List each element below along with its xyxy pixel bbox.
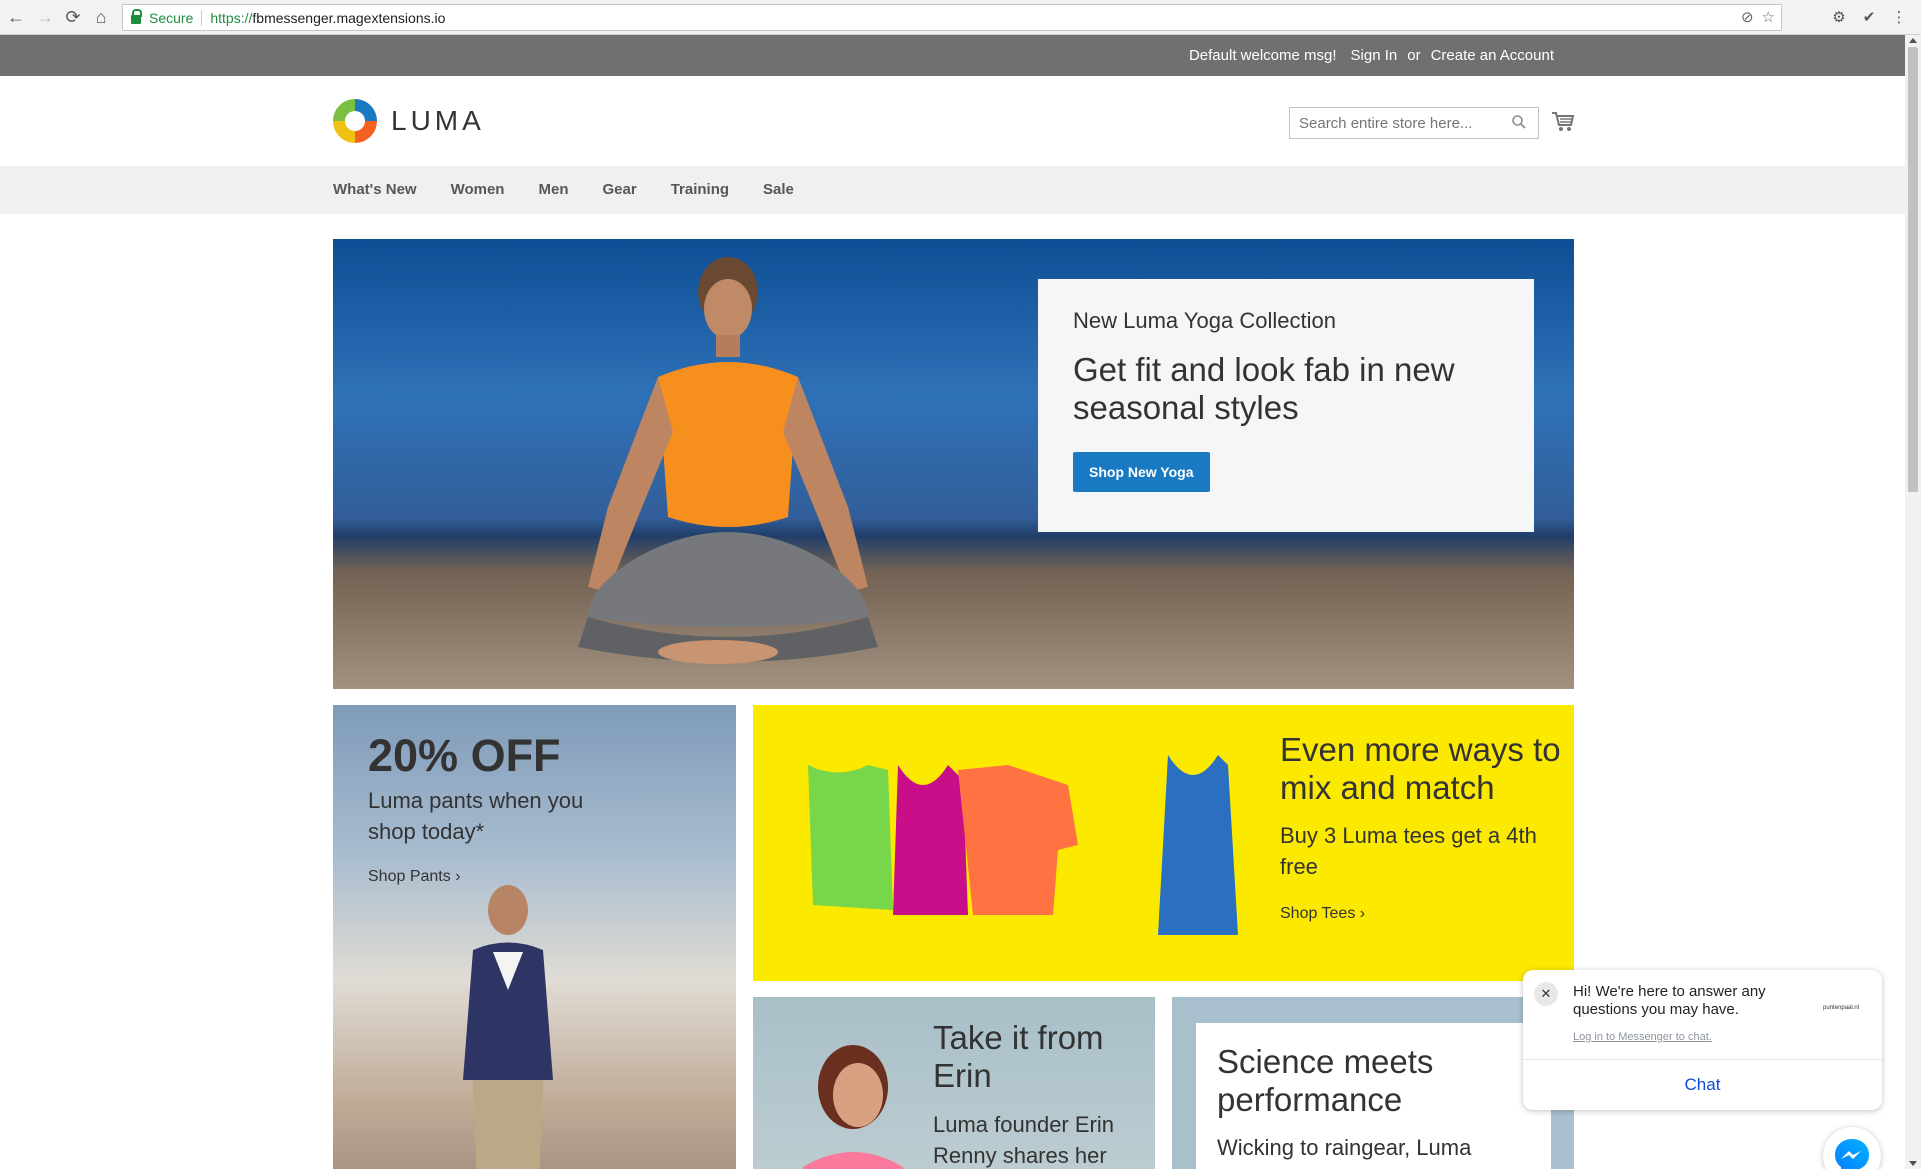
panel-header: Default welcome msg! Sign In or Create a… (0, 35, 1905, 76)
science-promo-text: Wicking to raingear, Luma (1217, 1135, 1472, 1160)
shop-new-yoga-button[interactable]: Shop New Yoga (1073, 452, 1210, 492)
sign-in-link[interactable]: Sign In (1351, 47, 1398, 64)
tees-promo[interactable]: Even more ways to mix and match Buy 3 Lu… (753, 705, 1574, 981)
url-host: fbmessenger.magextensions.io (252, 9, 446, 26)
create-account-link[interactable]: Create an Account (1431, 47, 1554, 64)
tees-promo-text: Buy 3 Luma tees get a 4th free (1280, 823, 1537, 879)
nav-item-whats-new[interactable]: What's New (333, 181, 417, 198)
vertical-scrollbar[interactable] (1905, 35, 1921, 1169)
chat-greeting: Hi! We're here to answer any questions y… (1573, 983, 1766, 1018)
scrollbar-thumb[interactable] (1908, 47, 1918, 492)
shop-tees-label: Shop Tees (1280, 905, 1356, 922)
messenger-login-link[interactable]: Log in to Messenger to chat. (1573, 1031, 1712, 1043)
logo-mark-icon (333, 99, 377, 143)
chevron-right-icon: › (1359, 905, 1366, 922)
logo[interactable]: LUMA (333, 99, 485, 143)
messenger-chat-popup: ✕ Hi! We're here to answer any questions… (1523, 970, 1882, 1110)
pants-promo[interactable]: 20% OFF Luma pants when you shop today* … (333, 705, 736, 1169)
page-viewport: Default welcome msg! Sign In or Create a… (0, 35, 1905, 1169)
erin-promo-text: Luma founder Erin Renny shares her (933, 1112, 1114, 1168)
nav-item-gear[interactable]: Gear (602, 181, 636, 198)
lock-icon (131, 9, 142, 24)
hero-title: Get fit and look fab in new seasonal sty… (1073, 351, 1455, 426)
back-icon[interactable]: ← (4, 5, 28, 29)
tees-promo-heading: Even more ways to mix and match (1280, 731, 1561, 806)
logo-text: LUMA (391, 105, 485, 136)
pants-promo-heading: 20% OFF (368, 730, 561, 781)
yoga-woman-image (578, 257, 878, 664)
site-header: LUMA (0, 76, 1905, 166)
man-in-hoodie-image (463, 885, 553, 1169)
hero-subtitle: New Luma Yoga Collection (1073, 308, 1336, 333)
extension-gear-icon[interactable]: ⚙ (1829, 7, 1849, 27)
reload-icon[interactable]: ⟳ (61, 5, 85, 29)
messenger-launcher[interactable] (1823, 1127, 1881, 1169)
nav-item-sale[interactable]: Sale (763, 181, 794, 198)
url-scheme: https:// (210, 9, 253, 26)
cart-icon[interactable] (1551, 111, 1575, 133)
science-promo[interactable]: Science meets performance Wicking to rai… (1172, 997, 1574, 1169)
star-icon[interactable]: ☆ (1762, 8, 1775, 26)
nav-item-training[interactable]: Training (671, 181, 729, 198)
main-navigation: What's New Women Men Gear Training Sale (0, 166, 1905, 214)
hero-card: New Luma Yoga Collection Get fit and loo… (1038, 279, 1534, 532)
search-input[interactable] (1289, 107, 1539, 139)
pants-promo-text: Luma pants when you shop today* (368, 788, 584, 844)
search-icon[interactable] (1512, 115, 1526, 129)
messenger-icon (1835, 1139, 1869, 1169)
menu-icon[interactable]: ⋮ (1889, 7, 1909, 27)
nav-item-women[interactable]: Women (451, 181, 505, 198)
shop-tees-link[interactable]: Shop Tees › (1280, 905, 1365, 923)
welcome-message: Default welcome msg! (1188, 47, 1337, 64)
secure-label: Secure (149, 9, 194, 26)
erin-image (802, 1045, 904, 1169)
address-bar[interactable]: Secure https:// fbmessenger.magextension… (122, 4, 1782, 31)
blocked-popup-icon[interactable]: ⊘ (1741, 8, 1754, 26)
chat-button[interactable]: Chat (1523, 1059, 1882, 1110)
or-text: or (1407, 47, 1421, 64)
extension-icon[interactable]: ✔ (1859, 7, 1879, 27)
hero-banner[interactable]: New Luma Yoga Collection Get fit and loo… (333, 239, 1574, 689)
forward-icon[interactable]: → (33, 5, 57, 29)
erin-promo-heading: Take it from Erin (933, 1019, 1104, 1094)
omnibox-divider (201, 9, 203, 26)
science-promo-heading: Science meets performance (1217, 1043, 1434, 1118)
erin-promo[interactable]: Take it from Erin Luma founder Erin Renn… (753, 997, 1155, 1169)
scroll-down-icon[interactable] (1909, 1161, 1917, 1166)
nav-item-men[interactable]: Men (538, 181, 568, 198)
science-card: Science meets performance Wicking to rai… (1196, 1023, 1551, 1169)
home-icon[interactable]: ⌂ (89, 5, 113, 29)
scroll-up-icon[interactable] (1909, 38, 1917, 43)
close-icon[interactable]: ✕ (1534, 982, 1558, 1006)
tees-image (808, 755, 1238, 935)
browser-toolbar: ← → ⟳ ⌂ Secure https:// fbmessenger.mage… (0, 0, 1921, 35)
page-brand-logo: puntenpaal.nl (1823, 1005, 1860, 1011)
